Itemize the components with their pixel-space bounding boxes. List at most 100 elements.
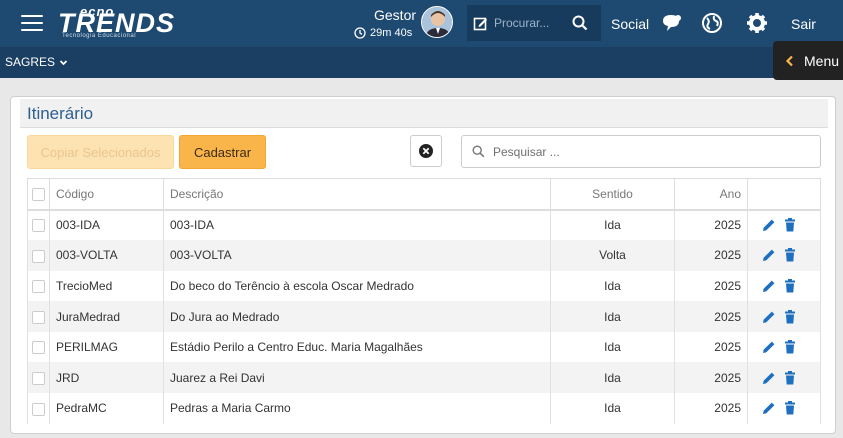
col-header-code[interactable]: Código bbox=[49, 178, 164, 211]
col-header-actions bbox=[747, 178, 821, 211]
table-row[interactable]: JRD Juarez a Rei Davi Ida 2025 bbox=[27, 362, 821, 394]
row-year: 2025 bbox=[674, 393, 748, 424]
global-search-placeholder: Procurar... bbox=[494, 16, 550, 30]
clock-icon bbox=[354, 27, 366, 39]
page-title: Itinerário bbox=[27, 104, 94, 123]
globe-icon[interactable] bbox=[701, 12, 723, 34]
trash-icon[interactable] bbox=[784, 401, 796, 415]
row-select-cell bbox=[27, 362, 50, 394]
global-search[interactable]: Procurar... bbox=[467, 5, 601, 41]
row-code: 003-VOLTA bbox=[49, 240, 164, 271]
trash-icon[interactable] bbox=[784, 340, 796, 354]
create-button[interactable]: Cadastrar bbox=[179, 135, 266, 169]
row-direction: Ida bbox=[550, 301, 675, 332]
row-code: PERILMAG bbox=[49, 331, 164, 363]
pencil-icon[interactable] bbox=[762, 310, 776, 324]
pencil-icon[interactable] bbox=[762, 218, 776, 232]
table-row[interactable]: PERILMAG Estádio Perilo a Centro Educ. Ma… bbox=[27, 331, 821, 363]
trash-icon[interactable] bbox=[784, 370, 796, 385]
row-direction: Ida bbox=[550, 362, 675, 394]
social-link[interactable]: Social bbox=[611, 16, 649, 32]
table-row[interactable]: PedraMC Pedras a Maria Carmo Ida 2025 bbox=[27, 393, 821, 424]
row-year: 2025 bbox=[674, 270, 748, 302]
search-icon[interactable] bbox=[572, 15, 588, 31]
row-description: Do beco do Terêncio à escola Oscar Medra… bbox=[163, 270, 551, 302]
table-row[interactable]: 003-VOLTA 003-VOLTA Volta 2025 bbox=[27, 240, 821, 271]
close-circle-icon bbox=[419, 144, 433, 158]
chevron-down-icon bbox=[59, 59, 68, 65]
col-header-year[interactable]: Ano bbox=[674, 178, 748, 211]
row-checkbox[interactable] bbox=[32, 371, 45, 385]
row-checkbox[interactable] bbox=[32, 280, 45, 294]
pencil-icon[interactable] bbox=[762, 340, 776, 354]
row-actions bbox=[747, 301, 821, 332]
row-select-cell bbox=[27, 209, 50, 241]
pencil-icon[interactable] bbox=[762, 401, 776, 415]
select-all-checkbox[interactable] bbox=[32, 187, 45, 201]
avatar[interactable] bbox=[421, 6, 453, 38]
itinerary-panel: Itinerário Copiar Selecionados Cadastrar… bbox=[10, 96, 836, 434]
pencil-icon[interactable] bbox=[762, 371, 776, 385]
menu-button[interactable]: Menu bbox=[773, 41, 843, 80]
table-search-input[interactable]: Pesquisar ... bbox=[461, 135, 821, 168]
row-actions bbox=[747, 362, 821, 394]
pencil-icon[interactable] bbox=[762, 279, 776, 293]
row-description: 003-VOLTA bbox=[163, 240, 551, 271]
col-header-direction[interactable]: Sentido bbox=[550, 178, 675, 211]
row-select-cell bbox=[27, 393, 50, 424]
row-select-cell bbox=[27, 331, 50, 363]
logo-sub-text: Tecnologia Educacional bbox=[62, 33, 137, 39]
trash-icon[interactable] bbox=[784, 218, 796, 232]
module-bar: SAGRES bbox=[0, 47, 843, 78]
row-description: Juarez a Rei Davi bbox=[163, 362, 551, 394]
row-checkbox[interactable] bbox=[32, 219, 45, 233]
module-name: SAGRES bbox=[5, 55, 56, 69]
row-direction: Ida bbox=[550, 331, 675, 363]
copy-selected-button[interactable]: Copiar Selecionados bbox=[27, 135, 174, 169]
row-year: 2025 bbox=[674, 331, 748, 363]
row-actions bbox=[747, 331, 821, 363]
trash-icon[interactable] bbox=[784, 248, 796, 262]
select-all-cell bbox=[27, 178, 50, 211]
itinerary-table: Código Descrição Sentido Ano 003-IDA 003-… bbox=[27, 178, 821, 424]
search-icon bbox=[472, 145, 485, 158]
edit-note-icon bbox=[473, 17, 487, 30]
col-header-description[interactable]: Descrição bbox=[163, 178, 551, 211]
clear-button[interactable] bbox=[410, 135, 442, 167]
table-row[interactable]: TrecioMed Do beco do Terêncio à escola Os… bbox=[27, 270, 821, 302]
table-row[interactable]: 003-IDA 003-IDA Ida 2025 bbox=[27, 209, 821, 241]
timer-value: 29m 40s bbox=[370, 27, 413, 39]
row-actions bbox=[747, 270, 821, 302]
trash-icon[interactable] bbox=[784, 278, 796, 293]
row-year: 2025 bbox=[674, 240, 748, 271]
gear-icon[interactable] bbox=[746, 12, 768, 34]
table-row[interactable]: JuraMedrad Do Jura ao Medrado Ida 2025 bbox=[27, 301, 821, 332]
row-description: 003-IDA bbox=[163, 209, 551, 241]
row-select-cell bbox=[27, 240, 50, 271]
user-name: Gestor bbox=[374, 7, 417, 23]
row-checkbox[interactable] bbox=[32, 310, 45, 324]
trash-icon[interactable] bbox=[784, 309, 796, 324]
module-selector[interactable]: SAGRES bbox=[5, 55, 68, 69]
row-direction: Ida bbox=[550, 393, 675, 424]
row-code: TrecioMed bbox=[49, 270, 164, 302]
chevron-left-icon bbox=[785, 55, 793, 66]
session-timer: 29m 40s bbox=[354, 27, 412, 39]
row-checkbox[interactable] bbox=[32, 402, 45, 416]
row-description: Estádio Perilo a Centro Educ. Maria Maga… bbox=[163, 331, 551, 363]
chat-icon[interactable] bbox=[661, 12, 683, 34]
logo[interactable]: ecno TRENDS Tecnologia Educacional bbox=[58, 4, 186, 40]
row-actions bbox=[747, 393, 821, 424]
row-checkbox[interactable] bbox=[32, 341, 45, 355]
row-direction: Volta bbox=[550, 240, 675, 271]
row-checkbox[interactable] bbox=[32, 249, 45, 263]
row-select-cell bbox=[27, 270, 50, 302]
row-description: Do Jura ao Medrado bbox=[163, 301, 551, 332]
pencil-icon[interactable] bbox=[762, 248, 776, 262]
row-year: 2025 bbox=[674, 362, 748, 394]
panel-header: Itinerário bbox=[20, 99, 828, 128]
menu-label: Menu bbox=[804, 52, 840, 69]
row-code: JRD bbox=[49, 362, 164, 394]
menu-icon[interactable] bbox=[21, 15, 43, 31]
logout-link[interactable]: Sair bbox=[791, 16, 816, 32]
